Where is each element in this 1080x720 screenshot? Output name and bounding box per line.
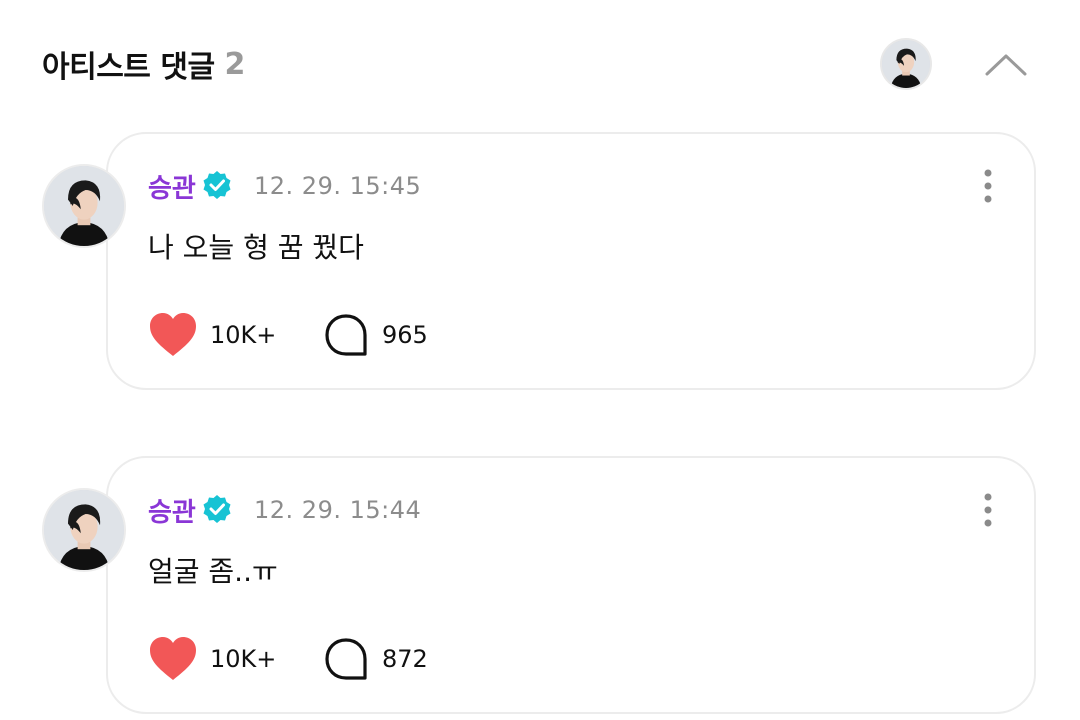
like-count: 10K+	[210, 321, 277, 349]
reply-button[interactable]: 965	[324, 310, 428, 360]
header-actions	[880, 38, 1038, 90]
comment-count: 2	[224, 46, 246, 82]
speech-bubble-icon	[325, 638, 367, 680]
verified-badge-icon	[203, 495, 231, 523]
more-options-icon[interactable]	[982, 492, 994, 528]
verified-badge-icon	[203, 171, 231, 199]
comment-author[interactable]: 승관	[148, 168, 196, 205]
reply-count: 872	[382, 645, 428, 673]
speech-bubble-icon	[325, 314, 367, 356]
chevron-up-icon[interactable]	[984, 51, 1028, 77]
comment-card: 승관 12. 29. 15:44 얼굴 좀..ㅠ 10K+ 872	[106, 456, 1036, 714]
avatar[interactable]	[42, 164, 126, 248]
comment-text: 나 오늘 형 꿈 꿨다	[148, 231, 364, 264]
like-button[interactable]: 10K+	[148, 310, 276, 360]
section-title: 아티스트 댓글	[42, 50, 215, 85]
more-options-icon[interactable]	[982, 168, 994, 204]
heart-icon	[150, 313, 196, 356]
comment-text: 얼굴 좀..ㅠ	[148, 555, 278, 588]
comment-author[interactable]: 승관	[148, 492, 196, 529]
comment-timestamp: 12. 29. 15:44	[254, 496, 422, 524]
reply-button[interactable]: 872	[324, 634, 428, 684]
avatar[interactable]	[880, 38, 932, 90]
heart-icon	[150, 637, 196, 680]
avatar[interactable]	[42, 488, 126, 572]
comment-timestamp: 12. 29. 15:45	[254, 172, 422, 200]
reply-count: 965	[382, 321, 428, 349]
artist-comments-screen: 아티스트 댓글 2 승관 12. 29. 15:45 나 오늘 형 꿈 꿨다 1…	[0, 0, 1080, 720]
comment-item: 승관 12. 29. 15:44 얼굴 좀..ㅠ 10K+ 872	[40, 456, 1040, 716]
comment-card: 승관 12. 29. 15:45 나 오늘 형 꿈 꿨다 10K+ 965	[106, 132, 1036, 390]
comment-item: 승관 12. 29. 15:45 나 오늘 형 꿈 꿨다 10K+ 965	[40, 132, 1040, 392]
section-header: 아티스트 댓글 2	[42, 38, 1038, 90]
like-count: 10K+	[210, 645, 277, 673]
like-button[interactable]: 10K+	[148, 634, 276, 684]
